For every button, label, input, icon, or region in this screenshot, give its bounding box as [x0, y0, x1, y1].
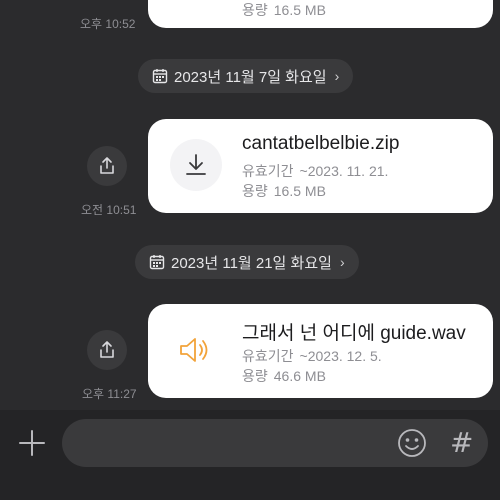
share-button[interactable] — [87, 146, 127, 186]
calendar-icon — [152, 69, 168, 84]
file-name: 그래서 넌 어디에 guide.wav — [242, 323, 466, 344]
download-icon — [186, 154, 206, 175]
message-time: 오후 10:52 — [80, 17, 136, 31]
date-label: 2023년 11월 21일 화요일 — [171, 254, 332, 272]
plus-icon[interactable] — [18, 429, 46, 457]
emoji-icon[interactable] — [396, 427, 428, 459]
file-expiry: 유효기간 ~2023. 11. 21. — [242, 163, 389, 179]
chat-area: 용량 16.5 MB 오후 10:52 2023년 11월 7일 화요일 › c… — [0, 0, 500, 410]
date-separator[interactable]: 2023년 11월 21일 화요일 › — [135, 245, 359, 279]
file-message-card[interactable]: 용량 16.5 MB — [148, 0, 493, 28]
file-message-card[interactable]: 그래서 넌 어디에 guide.wav 유효기간 ~2023. 12. 5. 용량… — [148, 304, 493, 398]
chevron-right-icon: › — [334, 68, 340, 84]
file-name: cantatbelbelbie.zip — [242, 133, 400, 154]
file-message-card[interactable]: cantatbelbelbie.zip 유효기간 ~2023. 11. 21. 용… — [148, 119, 493, 213]
file-size: 용량 16.5 MB — [242, 183, 326, 199]
calendar-icon — [149, 255, 165, 270]
message-time: 오전 10:51 — [81, 203, 137, 217]
share-icon — [100, 341, 114, 358]
download-icon-wrap — [170, 139, 222, 191]
audio-file-icon-wrap — [170, 324, 222, 376]
chevron-right-icon: › — [339, 254, 345, 270]
audio-file-icon — [180, 338, 208, 362]
file-expiry: 유효기간 ~2023. 12. 5. — [242, 348, 382, 364]
file-size: 용량 16.5 MB — [242, 2, 326, 18]
hashtag-button[interactable]: # — [450, 426, 473, 459]
file-size: 용량 46.6 MB — [242, 368, 326, 384]
date-separator[interactable]: 2023년 11월 7일 화요일 › — [138, 59, 354, 93]
date-label: 2023년 11월 7일 화요일 — [174, 68, 327, 86]
share-icon — [100, 157, 114, 174]
message-time: 오후 11:27 — [82, 387, 137, 401]
share-button[interactable] — [87, 330, 127, 370]
